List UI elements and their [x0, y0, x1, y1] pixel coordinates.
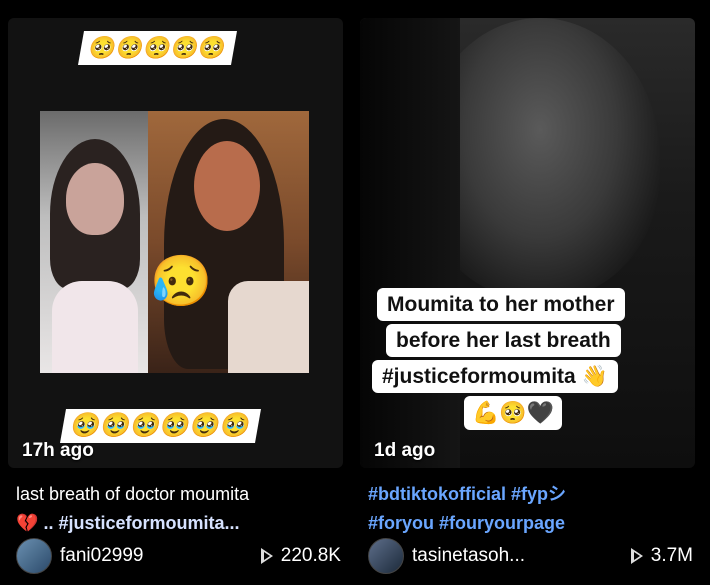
video-meta: fani02999 220.8K [16, 538, 341, 574]
view-count: 220.8K [280, 545, 341, 566]
username[interactable]: tasinetasoh... [412, 545, 632, 567]
view-count: 3.7M [650, 545, 693, 566]
hashtag-line-2[interactable]: #foryou #fouryourpage [368, 513, 565, 533]
hashtag-link[interactable]: .. #justiceformoumita... [43, 513, 239, 533]
video-meta: tasinetasoh... 3.7M [368, 538, 693, 574]
avatar[interactable] [368, 538, 404, 574]
hair-shadow [360, 18, 460, 468]
time-ago: 17h ago [22, 440, 94, 461]
description-text: last breath of doctor moumita [16, 484, 250, 504]
video-thumbnail[interactable]: Moumita to her mother before her last br… [360, 18, 695, 468]
play-icon [630, 548, 643, 564]
video-description[interactable]: #bdtiktokofficial #fypシ #foryou #fouryou… [368, 480, 693, 538]
time-ago: 1d ago [374, 440, 436, 461]
broken-heart-emoji: 💔 [16, 513, 39, 533]
photo-left [40, 111, 148, 373]
avatar[interactable] [16, 538, 52, 574]
play-icon [260, 548, 273, 564]
caption-line-3: #justiceformoumita 👋 [372, 360, 618, 394]
caption-line-4: 💪🥺🖤 [464, 396, 563, 431]
hashtag-line-1[interactable]: #bdtiktokofficial #fypシ [368, 484, 566, 504]
video-thumbnail[interactable]: 🥺🥺🥺🥺🥺 😥 ◀ 🥹🥹🥹🥹🥹🥹 17h ago [8, 18, 343, 468]
video-card-2[interactable]: Moumita to her mother before her last br… [360, 0, 700, 585]
video-card-1[interactable]: 🥺🥺🥺🥺🥺 😥 ◀ 🥹🥹🥹🥹🥹🥹 17h ago last breath of … [8, 0, 348, 585]
top-emoji-strip: 🥺🥺🥺🥺🥺 [78, 31, 237, 65]
sad-emoji: 😥 [150, 253, 213, 309]
bottom-emoji-strip: 🥹🥹🥹🥹🥹🥹 [60, 409, 262, 443]
photo-right [148, 111, 309, 373]
photo-collage: 😥 ◀ [40, 111, 309, 373]
caption-line-1: Moumita to her mother [377, 288, 625, 322]
video-description[interactable]: last breath of doctor moumita 💔 .. #just… [16, 480, 341, 538]
caption-line-2: before her last breath [386, 324, 621, 358]
username[interactable]: fani02999 [60, 545, 262, 567]
